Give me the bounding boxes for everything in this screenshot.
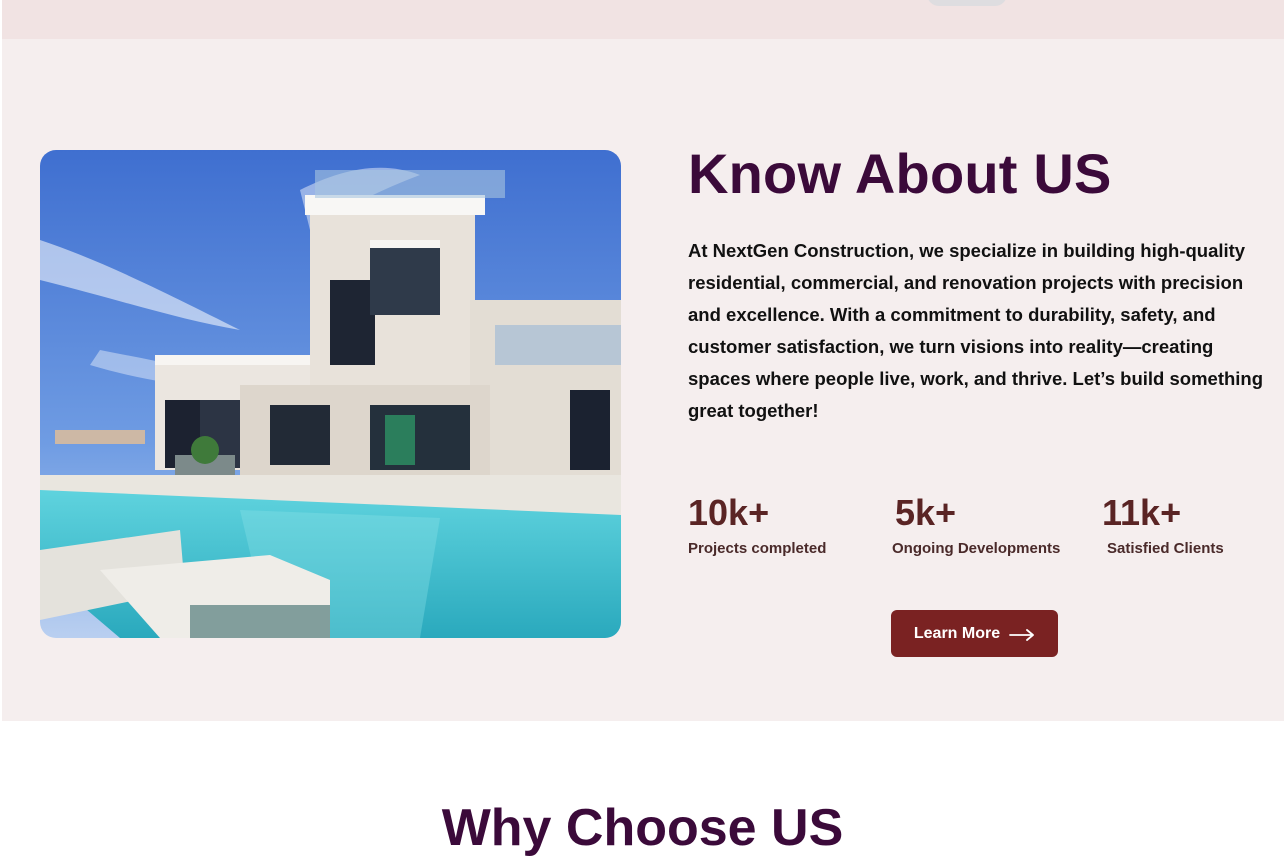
stat-value: 5k+ xyxy=(895,492,957,533)
learn-more-label: Learn More xyxy=(913,624,1001,642)
stat-label: Satisfied Clients xyxy=(1107,540,1224,557)
stat-ongoing-developments: 5k+ Ongoing Developments xyxy=(892,491,1060,557)
villa-illustration xyxy=(40,150,621,638)
stat-value: 10k+ xyxy=(688,492,770,533)
decorative-image-fragment xyxy=(927,0,1007,6)
stat-satisfied-clients: 11k+ Satisfied Clients xyxy=(1102,491,1224,557)
about-description: At NextGen Construction, we specialize i… xyxy=(688,240,1264,421)
stat-value: 11k+ xyxy=(1102,492,1182,533)
learn-more-button[interactable]: Learn More xyxy=(891,610,1058,657)
stat-projects-completed: 10k+ Projects completed xyxy=(688,491,826,557)
stat-label: Ongoing Developments xyxy=(892,540,1061,557)
why-choose-us-title: Why Choose US xyxy=(441,799,844,857)
previous-section-bottom xyxy=(2,0,1284,39)
stat-label: Projects completed xyxy=(688,540,827,557)
villa-pool-image xyxy=(40,150,621,638)
arrow-right-icon xyxy=(1009,628,1035,641)
about-section: Know About US At NextGen Construction, w… xyxy=(2,39,1284,721)
about-title: Know About US xyxy=(688,142,1112,205)
